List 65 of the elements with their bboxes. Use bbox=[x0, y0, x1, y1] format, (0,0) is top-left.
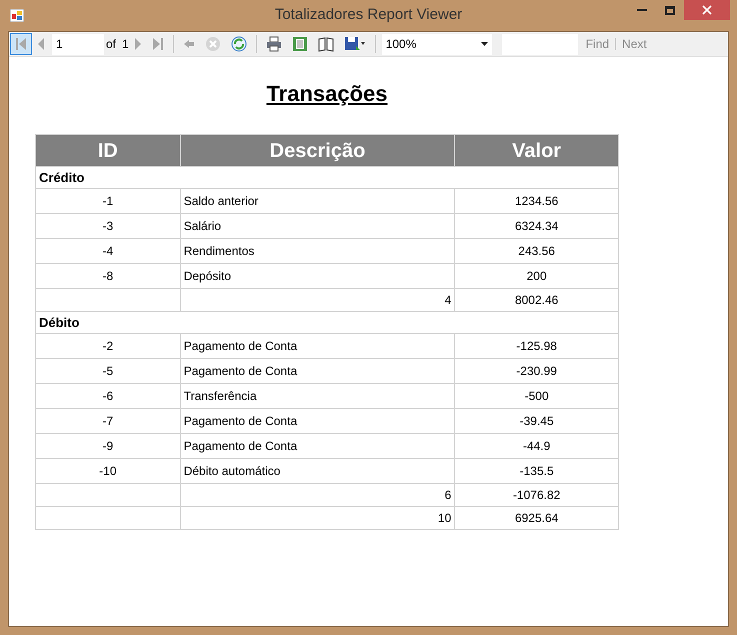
table-cell: Rendimentos bbox=[180, 238, 455, 264]
previous-page-icon bbox=[37, 37, 45, 51]
table-cell: 6324.34 bbox=[454, 214, 618, 238]
table-cell: 243.56 bbox=[454, 238, 618, 264]
group-header: Débito bbox=[36, 312, 618, 334]
table-cell: Salário bbox=[180, 214, 455, 238]
table-cell: -7 bbox=[36, 408, 180, 434]
close-button[interactable] bbox=[684, 0, 730, 20]
total-cell: 6925.64 bbox=[454, 506, 618, 530]
app-icon bbox=[10, 9, 24, 22]
table-cell: -125.98 bbox=[454, 334, 618, 358]
of-label: of bbox=[106, 36, 116, 53]
document-icon bbox=[292, 36, 308, 52]
table-cell: 200 bbox=[454, 264, 618, 288]
table-cell: 1234.56 bbox=[454, 188, 618, 214]
page-count: 1 bbox=[122, 36, 129, 53]
group-header: Crédito bbox=[36, 166, 618, 188]
table-cell: -2 bbox=[36, 334, 180, 358]
back-arrow-icon bbox=[182, 39, 195, 49]
count-cell: 6 bbox=[180, 484, 455, 506]
table-cell: -5 bbox=[36, 358, 180, 384]
minimize-icon bbox=[637, 9, 647, 11]
table-cell: Débito automático bbox=[180, 458, 455, 484]
close-icon bbox=[702, 5, 712, 15]
column-header: Valor bbox=[454, 134, 618, 166]
page-number-field[interactable]: 1 bbox=[52, 34, 104, 54]
table-cell: Pagamento de Conta bbox=[180, 358, 455, 384]
next-page-icon bbox=[134, 37, 142, 51]
column-header: Descrição bbox=[180, 134, 455, 166]
table-cell: Pagamento de Conta bbox=[180, 434, 455, 458]
table-cell: Transferência bbox=[180, 384, 455, 408]
stop-icon bbox=[204, 36, 221, 52]
table-cell: -9 bbox=[36, 434, 180, 458]
table-cell: -135.5 bbox=[454, 458, 618, 484]
table-cell: Depósito bbox=[180, 264, 455, 288]
zoom-dropdown[interactable]: 100% bbox=[382, 34, 492, 54]
total-cell: 8002.46 bbox=[454, 288, 618, 312]
table-cell: -4 bbox=[36, 238, 180, 264]
printer-icon bbox=[266, 36, 282, 52]
count-cell: 4 bbox=[180, 288, 455, 312]
table-cell: -10 bbox=[36, 458, 180, 484]
maximize-icon bbox=[665, 6, 675, 14]
find-field[interactable] bbox=[502, 34, 578, 54]
table-cell: -230.99 bbox=[454, 358, 618, 384]
save-icon bbox=[344, 36, 366, 52]
total-cell: -1076.82 bbox=[454, 484, 618, 506]
count-cell: 10 bbox=[180, 506, 455, 530]
table-cell: -39.45 bbox=[454, 408, 618, 434]
table-cell: -3 bbox=[36, 214, 180, 238]
table-cell: -8 bbox=[36, 264, 180, 288]
table-cell: Pagamento de Conta bbox=[180, 334, 455, 358]
table-cell: -44.9 bbox=[454, 434, 618, 458]
table-cell: -500 bbox=[454, 384, 618, 408]
book-icon bbox=[318, 36, 334, 52]
refresh-icon bbox=[230, 36, 247, 52]
dropdown-caret-icon bbox=[480, 42, 488, 46]
column-header: ID bbox=[36, 134, 180, 166]
table-cell: -1 bbox=[36, 188, 180, 214]
table-cell: Pagamento de Conta bbox=[180, 408, 455, 434]
last-page-icon bbox=[152, 37, 164, 51]
report-title: Transações bbox=[266, 80, 388, 108]
first-page-icon bbox=[15, 37, 27, 51]
window-title: Totalizadores Report Viewer bbox=[274, 5, 462, 26]
table-cell: Saldo anterior bbox=[180, 188, 455, 214]
table-cell: -6 bbox=[36, 384, 180, 408]
